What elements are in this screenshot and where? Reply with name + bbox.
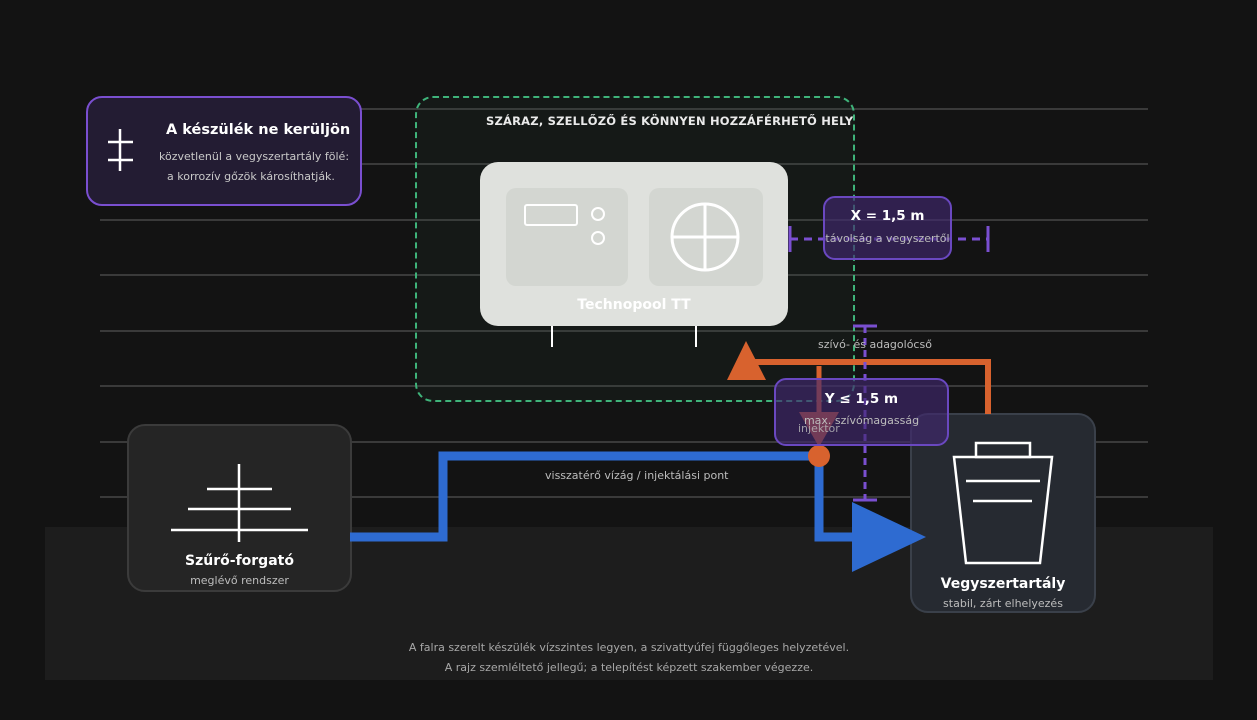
tank-subtitle: stabil, zárt elhelyezés	[943, 597, 1063, 610]
tank-title: Vegyszertartály	[940, 576, 1066, 592]
filter-title: Szűrő-forgató	[185, 553, 294, 569]
filter-subtitle: meglévő rendszer	[190, 574, 289, 587]
footer-line-1: A falra szerelt készülék vízszintes legy…	[408, 641, 850, 654]
footer-line-2: A rajz szemléltető jellegű; a telepítést…	[444, 661, 814, 674]
y-distance-title: Y ≤ 1,5 m	[824, 391, 899, 407]
note-title: A készülék ne kerüljön	[166, 122, 351, 138]
x-distance-label	[823, 196, 952, 260]
installation-diagram: SZÁRAZ, SZELLŐZŐ ÉS KÖNNYEN HOZZÁFÉRHETŐ…	[0, 0, 1257, 720]
pump-panel	[649, 188, 763, 286]
x-distance-subtitle: távolság a vegyszertől	[825, 232, 950, 245]
note-line-1: közvetlenül a vegyszertartály fölé:	[159, 150, 350, 163]
control-panel	[506, 188, 628, 286]
injector-label: injektor	[798, 422, 840, 435]
x-distance-title: X = 1,5 m	[850, 208, 925, 224]
device-label: Technopool TT	[577, 297, 691, 313]
return-pipe-label: visszatérő vízág / injektálási pont	[545, 469, 729, 482]
note-line-2: a korrozív gőzök károsíthatják.	[167, 170, 335, 183]
injection-point	[808, 445, 830, 467]
zone-title: SZÁRAZ, SZELLŐZŐ ÉS KÖNNYEN HOZZÁFÉRHETŐ…	[486, 114, 854, 128]
suction-hose-label: szívó- és adagolócső	[818, 338, 932, 351]
y-distance-label	[774, 378, 949, 446]
